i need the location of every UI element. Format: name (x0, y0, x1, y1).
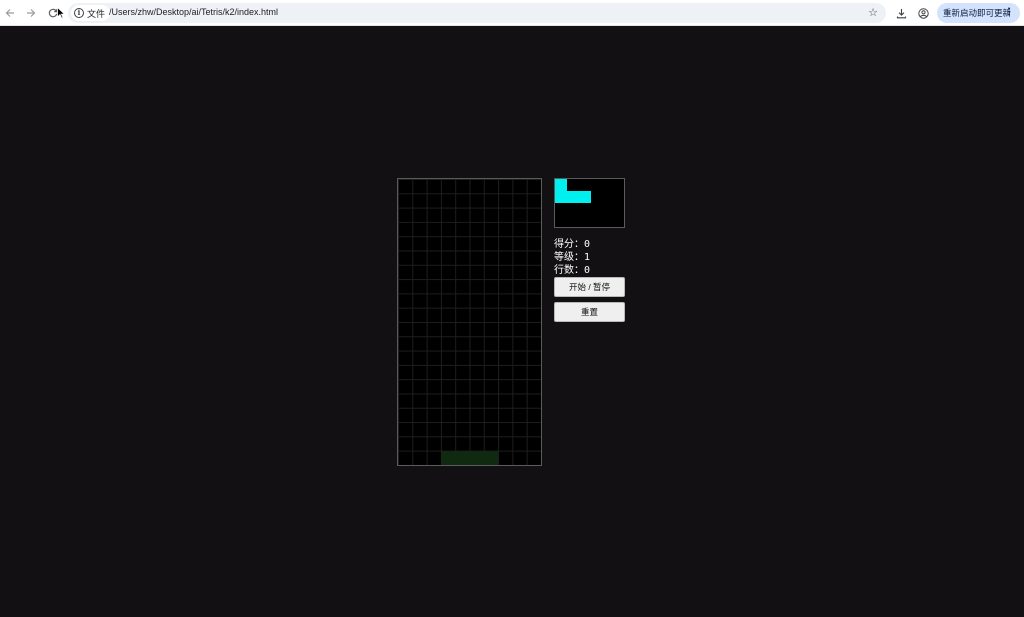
next-piece-j-block (555, 179, 591, 203)
arrow-left-icon (5, 9, 14, 17)
board-grid (398, 179, 541, 465)
site-info-chip[interactable]: i 文件 (71, 5, 111, 21)
lines-value: 0 (584, 265, 591, 276)
lines-stat: 行数：0 (554, 261, 590, 276)
update-label: 重新启动即可更新 (943, 8, 1012, 18)
start-pause-button[interactable]: 开始 / 暂停 (554, 277, 625, 297)
site-chip-label: 文件 (87, 8, 106, 19)
url-text[interactable]: /Users/zhw/Desktop/ai/Tetris/k2/index.ht… (109, 7, 278, 17)
account-icon (917, 7, 929, 19)
bookmark-star-icon[interactable]: ☆ (868, 6, 878, 19)
profile-button[interactable] (913, 3, 933, 23)
back-button[interactable] (0, 3, 20, 23)
browser-toolbar: i 文件 /Users/zhw/Desktop/ai/Tetris/k2/ind… (0, 0, 1024, 26)
address-bar[interactable]: i 文件 /Users/zhw/Desktop/ai/Tetris/k2/ind… (68, 3, 886, 23)
forward-button[interactable] (21, 3, 41, 23)
relaunch-update-button[interactable]: 重新启动即可更新 ⋮ (937, 3, 1020, 23)
info-icon: i (74, 8, 84, 18)
more-menu-icon[interactable]: ⋮ (1004, 6, 1014, 20)
download-button[interactable] (891, 3, 911, 23)
download-icon (896, 8, 906, 18)
mouse-cursor-icon (57, 7, 65, 19)
next-piece-preview (554, 178, 625, 228)
tetris-board[interactable] (397, 178, 542, 466)
reset-button[interactable]: 重置 (554, 302, 625, 322)
lines-label: 行数： (554, 265, 584, 276)
ghost-piece (441, 451, 498, 465)
arrow-right-icon (27, 9, 36, 17)
